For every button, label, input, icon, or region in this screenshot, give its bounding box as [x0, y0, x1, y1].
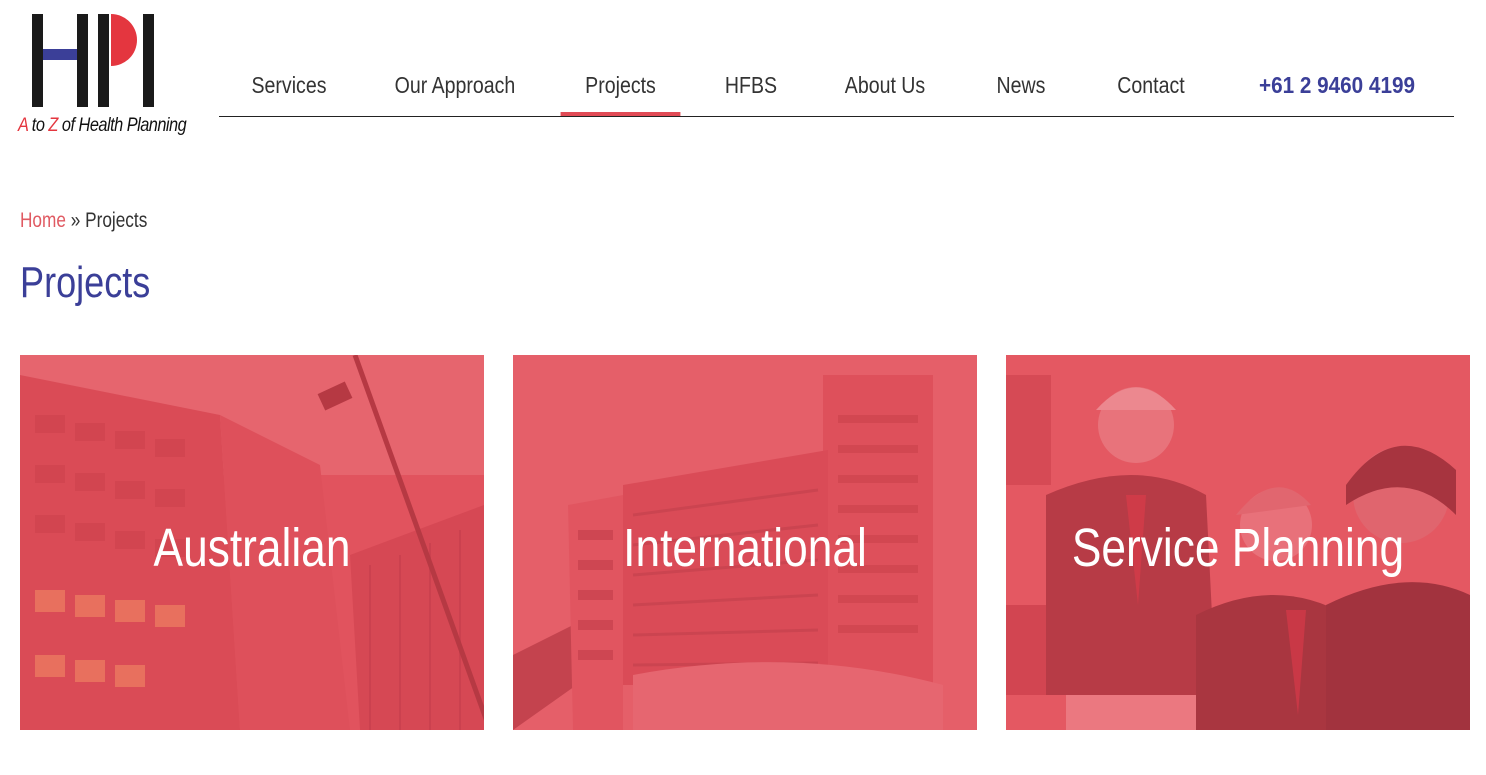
- hpi-logo[interactable]: A to Z of Health Planning: [18, 12, 188, 142]
- tagline-rest: of Health Planning: [57, 115, 187, 136]
- tile-service-planning[interactable]: Service Planning: [1006, 355, 1470, 730]
- site-header: A to Z of Health Planning Services Our A…: [0, 0, 1486, 150]
- page-title: Projects: [20, 258, 151, 307]
- tile-label-service-planning: Service Planning: [1071, 518, 1405, 578]
- tile-label-international: International: [623, 518, 867, 578]
- tagline-to: to: [27, 115, 49, 136]
- nav-item-projects[interactable]: Projects: [560, 72, 681, 116]
- nav-item-news[interactable]: News: [987, 72, 1055, 114]
- hpi-logo-mark: [32, 14, 154, 107]
- breadcrumb: Home » Projects: [20, 209, 147, 233]
- nav-item-services[interactable]: Services: [247, 72, 332, 114]
- breadcrumb-separator: »: [65, 209, 86, 232]
- nav-item-hfbs[interactable]: HFBS: [719, 72, 784, 114]
- tile-australian[interactable]: Australian: [20, 355, 484, 730]
- breadcrumb-current: Projects: [85, 209, 148, 232]
- nav-item-our-approach[interactable]: Our Approach: [390, 72, 519, 114]
- main-nav: Services Our Approach Projects HFBS Abou…: [219, 60, 1454, 117]
- tagline-z: Z: [48, 115, 58, 136]
- logo-tagline: A to Z of Health Planning: [18, 115, 187, 137]
- tile-international[interactable]: International: [513, 355, 977, 730]
- tagline-a: A: [18, 115, 28, 136]
- phone-link[interactable]: +61 2 9460 4199: [1259, 72, 1415, 99]
- breadcrumb-home-link[interactable]: Home: [20, 209, 66, 232]
- tile-label-australian: Australian: [153, 518, 351, 578]
- nav-item-about-us[interactable]: About Us: [836, 72, 935, 114]
- nav-item-contact[interactable]: Contact: [1110, 72, 1192, 114]
